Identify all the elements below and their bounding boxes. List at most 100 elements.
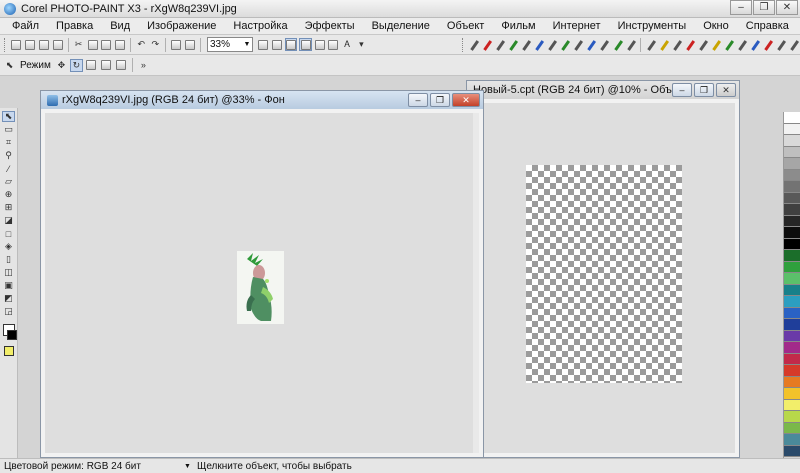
cut-icon[interactable]: ✂ <box>73 38 85 51</box>
color-swatch[interactable] <box>784 445 800 457</box>
color-swatch[interactable] <box>784 422 800 434</box>
scale-mode-icon[interactable] <box>85 59 98 72</box>
brush-preset-icon[interactable] <box>658 38 669 52</box>
menu-file[interactable]: Файл <box>12 20 39 32</box>
color-swatch[interactable] <box>784 146 800 158</box>
menu-adjust[interactable]: Настройка <box>233 20 287 32</box>
brush-preset-icon[interactable] <box>481 38 492 52</box>
menu-web[interactable]: Интернет <box>553 20 601 32</box>
fill-tool-icon[interactable]: ◈ <box>2 241 15 252</box>
close-button[interactable]: ✕ <box>776 0 798 15</box>
brush-preset-icon[interactable] <box>559 38 570 52</box>
chevron-right-icon[interactable]: » <box>137 59 150 72</box>
open-file-icon[interactable] <box>24 38 36 51</box>
paint-tool-icon[interactable]: ▯ <box>2 254 15 265</box>
eraser-tool-icon[interactable]: ▱ <box>2 176 15 187</box>
menu-object[interactable]: Объект <box>447 20 484 32</box>
brush-preset-icon[interactable] <box>788 38 799 52</box>
object-marquee-icon[interactable] <box>299 38 312 51</box>
interactive-fill-icon[interactable]: ◩ <box>2 293 15 304</box>
image-thumbnail[interactable] <box>237 251 284 324</box>
clone-tool-icon[interactable]: ⊞ <box>2 202 15 213</box>
brush-preset-icon[interactable] <box>775 38 786 52</box>
fill-color-swatch[interactable] <box>3 346 14 356</box>
brush-preset-icon[interactable] <box>625 38 636 52</box>
menu-tools[interactable]: Инструменты <box>618 20 687 32</box>
touchup-tool-icon[interactable]: ◪ <box>2 215 15 226</box>
paste-new-icon[interactable] <box>114 38 126 51</box>
document-titlebar[interactable]: Новый-5.cpt (RGB 24 бит) @10% - Объ... –… <box>467 81 739 99</box>
copy-icon[interactable] <box>87 38 99 51</box>
save-icon[interactable] <box>38 38 50 51</box>
menu-window[interactable]: Окно <box>703 20 729 32</box>
brush-preset-icon[interactable] <box>697 38 708 52</box>
document-canvas-rxgw8q239vi[interactable] <box>45 113 479 453</box>
full-screen-icon[interactable] <box>271 38 283 51</box>
pick-tool-icon[interactable]: ⬉ <box>3 59 16 72</box>
color-swatch[interactable] <box>784 112 800 124</box>
doc-minimize-button[interactable]: – <box>672 83 692 97</box>
color-swatch[interactable] <box>784 376 800 388</box>
rectangle-tool-icon[interactable]: □ <box>2 228 15 239</box>
vertical-scrollbar[interactable] <box>473 113 479 453</box>
crop-tool-icon[interactable]: ⌗ <box>2 137 15 148</box>
menu-edit[interactable]: Правка <box>56 20 93 32</box>
brush-preset-icon[interactable] <box>612 38 623 52</box>
color-swatch[interactable] <box>784 319 800 331</box>
background-color-swatch[interactable] <box>6 330 17 340</box>
doc-close-button[interactable]: ✕ <box>716 83 736 97</box>
maximize-button[interactable]: ❐ <box>753 0 775 15</box>
document-titlebar[interactable]: rXgW8q239VI.jpg (RGB 24 бит) @33% - Фон … <box>41 91 483 109</box>
color-swatch[interactable] <box>784 399 800 411</box>
brush-preset-icon[interactable] <box>598 38 609 52</box>
brush-preset-icon[interactable] <box>533 38 544 52</box>
export-icon[interactable] <box>184 38 196 51</box>
color-swatch[interactable] <box>784 330 800 342</box>
redo-icon[interactable]: ↷ <box>149 38 161 51</box>
chevron-down-icon[interactable]: ▾ <box>355 38 367 51</box>
mask-overlay-icon[interactable] <box>314 38 326 51</box>
rotate-mode-icon[interactable]: ↻ <box>69 58 83 72</box>
color-swatch[interactable] <box>784 342 800 354</box>
color-swatch[interactable] <box>784 238 800 250</box>
zoom-fit-icon[interactable] <box>257 38 269 51</box>
color-swatch[interactable] <box>784 158 800 170</box>
skew-mode-icon[interactable] <box>100 59 113 72</box>
color-swatch[interactable] <box>784 365 800 377</box>
effect-tool-icon[interactable]: ◫ <box>2 267 15 278</box>
color-swatch[interactable] <box>784 215 800 227</box>
brush-preset-icon[interactable] <box>494 38 505 52</box>
brush-preset-icon[interactable] <box>468 38 479 52</box>
zoom-tool-icon[interactable]: ⚲ <box>2 150 15 161</box>
brush-preset-icon[interactable] <box>671 38 682 52</box>
mask-tool-icon[interactable]: ▭ <box>2 124 15 135</box>
color-swatch[interactable] <box>784 296 800 308</box>
grid-icon[interactable] <box>328 38 340 51</box>
brush-preset-icon[interactable] <box>585 38 596 52</box>
brush-preset-icon[interactable] <box>710 38 721 52</box>
document-window-rxgw8q239vi[interactable]: rXgW8q239VI.jpg (RGB 24 бит) @33% - Фон … <box>40 90 484 458</box>
menu-effects[interactable]: Эффекты <box>305 20 355 32</box>
menu-mask[interactable]: Выделение <box>372 20 430 32</box>
brush-preset-icon[interactable] <box>749 38 760 52</box>
brush-preset-icon[interactable] <box>736 38 747 52</box>
transparent-canvas[interactable] <box>526 165 682 383</box>
mask-marquee-icon[interactable] <box>285 38 298 51</box>
color-swatch[interactable] <box>784 181 800 193</box>
print-icon[interactable] <box>52 38 64 51</box>
import-icon[interactable] <box>170 38 182 51</box>
brush-preset-icon[interactable] <box>507 38 518 52</box>
color-swatch[interactable] <box>784 204 800 216</box>
doc-minimize-button[interactable]: – <box>408 93 428 107</box>
brush-preset-icon[interactable] <box>762 38 773 52</box>
document-canvas-new5[interactable] <box>471 103 735 453</box>
brush-preset-icon[interactable] <box>572 38 583 52</box>
color-swatch[interactable] <box>784 388 800 400</box>
brush-preset-icon[interactable] <box>546 38 557 52</box>
chevron-down-icon[interactable]: ▼ <box>184 463 191 470</box>
brush-preset-icon[interactable] <box>645 38 656 52</box>
menu-movie[interactable]: Фильм <box>501 20 535 32</box>
paste-icon[interactable] <box>100 38 112 51</box>
color-swatch[interactable] <box>784 192 800 204</box>
color-swatch[interactable] <box>784 307 800 319</box>
